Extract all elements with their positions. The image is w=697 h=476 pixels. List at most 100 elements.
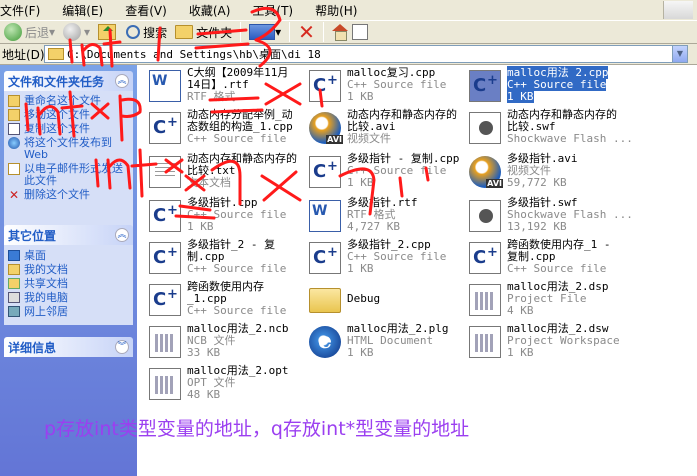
file-item[interactable]: 多级指针.swf Shockwave Flash ... 13,192 KB xyxy=(463,197,633,237)
menu-file[interactable]: 文件(F) xyxy=(0,2,40,19)
search-label: 搜索 xyxy=(143,25,168,40)
ncb-icon xyxy=(149,326,181,358)
search-icon xyxy=(126,25,141,39)
collapse-chevron-icon[interactable]: ︽ xyxy=(115,228,129,242)
address-input[interactable]: C:\Documents and Settings\hb\桌面\di 18 ▼ xyxy=(44,45,688,63)
file-item[interactable]: 多级指针 - 复制.cppC++ Source file1 KB xyxy=(303,153,459,193)
dsp-icon xyxy=(469,284,501,316)
task-delete[interactable]: ✕ 删除这个文件 xyxy=(8,189,129,202)
other-places-panel: 其它位置 ︽ 桌面 我的文档 共享文档 我的电脑 网上邻居 xyxy=(4,225,133,325)
home-button[interactable] xyxy=(328,21,372,43)
shared-documents-icon xyxy=(8,278,20,289)
toolbar-separator xyxy=(240,22,242,42)
up-folder-button[interactable] xyxy=(94,21,122,43)
up-folder-icon xyxy=(98,24,117,40)
file-item[interactable]: 动态内存和静态内存的比较.swf Shockwave Flash ... xyxy=(463,109,633,149)
swf-icon xyxy=(469,112,501,144)
file-item[interactable]: 动态内存分配举例_动态数组的构造_1.cppC++ Source file xyxy=(143,109,298,149)
expand-chevron-icon[interactable]: ︾ xyxy=(115,340,129,354)
cpp-icon xyxy=(149,242,181,274)
menu-tools[interactable]: 工具(T) xyxy=(252,2,293,19)
cpp-icon xyxy=(149,200,181,232)
copy-icon xyxy=(8,123,20,135)
file-item[interactable]: malloc用法_2.dsp Project File 4 KB xyxy=(463,281,618,321)
task-rename[interactable]: 重命名这个文件 xyxy=(8,95,129,107)
cpp-icon xyxy=(309,156,341,188)
file-item[interactable]: 跨函数使用内存_1 - 复制.cppC++ Source file xyxy=(463,239,618,279)
address-path: C:\Documents and Settings\hb\桌面\di 18 xyxy=(67,48,321,61)
home-icon xyxy=(331,24,348,41)
delete-button[interactable]: ✕ xyxy=(294,21,319,43)
views-icon xyxy=(249,24,276,40)
cpp-icon xyxy=(309,242,341,274)
desktop-icon xyxy=(8,250,20,261)
file-item-selected[interactable]: malloc用法_2.cppC++ Source file1 KB xyxy=(463,66,618,107)
search-button[interactable]: 搜索 xyxy=(122,21,171,43)
web-publish-icon xyxy=(8,137,20,149)
toolbar: 后退 ▾ ▾ 搜索 文件夹 ▾ ✕ xyxy=(0,20,697,44)
collapse-chevron-icon[interactable]: ︽ xyxy=(115,74,129,88)
avi-icon xyxy=(469,156,503,188)
file-tasks-header[interactable]: 文件和文件夹任务 ︽ xyxy=(4,71,133,91)
email-icon xyxy=(8,163,20,175)
file-item[interactable]: 多级指针_2.cppC++ Source file1 KB xyxy=(303,239,458,279)
file-item[interactable]: 多级指针.avi视频文件59,772 KB xyxy=(463,153,618,193)
place-shared-documents[interactable]: 共享文档 xyxy=(8,277,129,290)
task-copy[interactable]: 复制这个文件 xyxy=(8,123,129,135)
folder-icon xyxy=(48,48,64,60)
file-tasks-panel: 文件和文件夹任务 ︽ 重命名这个文件 移动这个文件 复制这个文件 将这个文件发布… xyxy=(4,71,133,229)
menu-bar: 文件(F) 编辑(E) 查看(V) 收藏(A) 工具(T) 帮助(H) xyxy=(0,0,697,20)
views-button[interactable]: ▾ xyxy=(245,21,285,43)
file-item[interactable]: malloc用法_2.opt OPT 文件 48 KB xyxy=(143,365,298,405)
place-network[interactable]: 网上邻居 xyxy=(8,305,129,318)
file-item[interactable]: malloc用法_2.ncb NCB 文件 33 KB xyxy=(143,323,298,363)
rtf-icon xyxy=(309,200,341,232)
menu-favorites[interactable]: 收藏(A) xyxy=(189,2,231,19)
file-item[interactable]: 动态内存和静态内存的比较.txt 文本文档 xyxy=(143,153,298,193)
file-item[interactable]: 多级指针.rtfRTF 格式4,727 KB xyxy=(303,197,458,237)
file-tasks-title: 文件和文件夹任务 xyxy=(8,74,105,89)
my-computer-icon xyxy=(8,292,20,303)
windows-logo-icon xyxy=(663,1,693,19)
menu-view[interactable]: 查看(V) xyxy=(125,2,167,19)
file-item[interactable]: malloc用法_2.dsw Project Workspace 1 KB xyxy=(463,323,620,363)
html-icon xyxy=(309,326,341,358)
place-my-documents[interactable]: 我的文档 xyxy=(8,263,129,276)
forward-button[interactable]: ▾ xyxy=(59,21,94,43)
file-item[interactable]: 动态内存和静态内存的比较.avi视频文件 xyxy=(303,109,458,149)
opt-icon xyxy=(149,368,181,400)
menu-help[interactable]: 帮助(H) xyxy=(315,2,357,19)
menu-edit[interactable]: 编辑(E) xyxy=(62,2,103,19)
rtf-icon xyxy=(149,70,181,102)
task-move[interactable]: 移动这个文件 xyxy=(8,109,129,121)
folder-icon xyxy=(309,288,341,313)
place-my-computer[interactable]: 我的电脑 xyxy=(8,291,129,304)
file-item[interactable]: C大纲【2009年11月14日】.rtfRTF 格式 xyxy=(143,67,298,107)
toolbar-separator xyxy=(289,22,291,42)
task-email[interactable]: 以电子邮件形式发送此文件 xyxy=(8,163,129,187)
cpp-icon xyxy=(149,112,181,144)
cpp-icon xyxy=(469,242,501,274)
details-panel: 详细信息 ︾ xyxy=(4,337,133,357)
file-item[interactable]: 跨函数使用内存_1.cppC++ Source file xyxy=(143,281,298,321)
folder-item[interactable]: Debug xyxy=(303,281,458,321)
rename-icon xyxy=(8,95,20,107)
task-publish-web[interactable]: 将这个文件发布到 Web xyxy=(8,137,129,161)
other-places-title: 其它位置 xyxy=(8,228,57,243)
delete-x-icon: ✕ xyxy=(298,20,315,44)
my-documents-icon xyxy=(8,264,20,275)
file-item[interactable]: 多级指针.cppC++ Source file1 KB xyxy=(143,197,298,237)
details-header[interactable]: 详细信息 ︾ xyxy=(4,337,133,357)
file-item[interactable]: 多级指针_2 - 复制.cppC++ Source file xyxy=(143,239,298,279)
place-desktop[interactable]: 桌面 xyxy=(8,249,129,262)
back-button[interactable]: 后退 ▾ xyxy=(0,21,59,43)
other-places-header[interactable]: 其它位置 ︽ xyxy=(4,225,133,245)
file-item[interactable]: malloc复习.cppC++ Source file1 KB xyxy=(303,67,458,107)
annotation-caption: p存放int类型变量的地址，q存放int*型变量的地址 xyxy=(44,418,470,440)
folders-label: 文件夹 xyxy=(196,25,233,40)
details-title: 详细信息 xyxy=(8,340,57,355)
folders-button[interactable]: 文件夹 xyxy=(171,21,236,43)
forward-arrow-icon xyxy=(63,23,82,41)
file-item[interactable]: malloc用法_2.plgHTML Document1 KB xyxy=(303,323,458,363)
address-dropdown-icon[interactable]: ▼ xyxy=(672,46,687,62)
